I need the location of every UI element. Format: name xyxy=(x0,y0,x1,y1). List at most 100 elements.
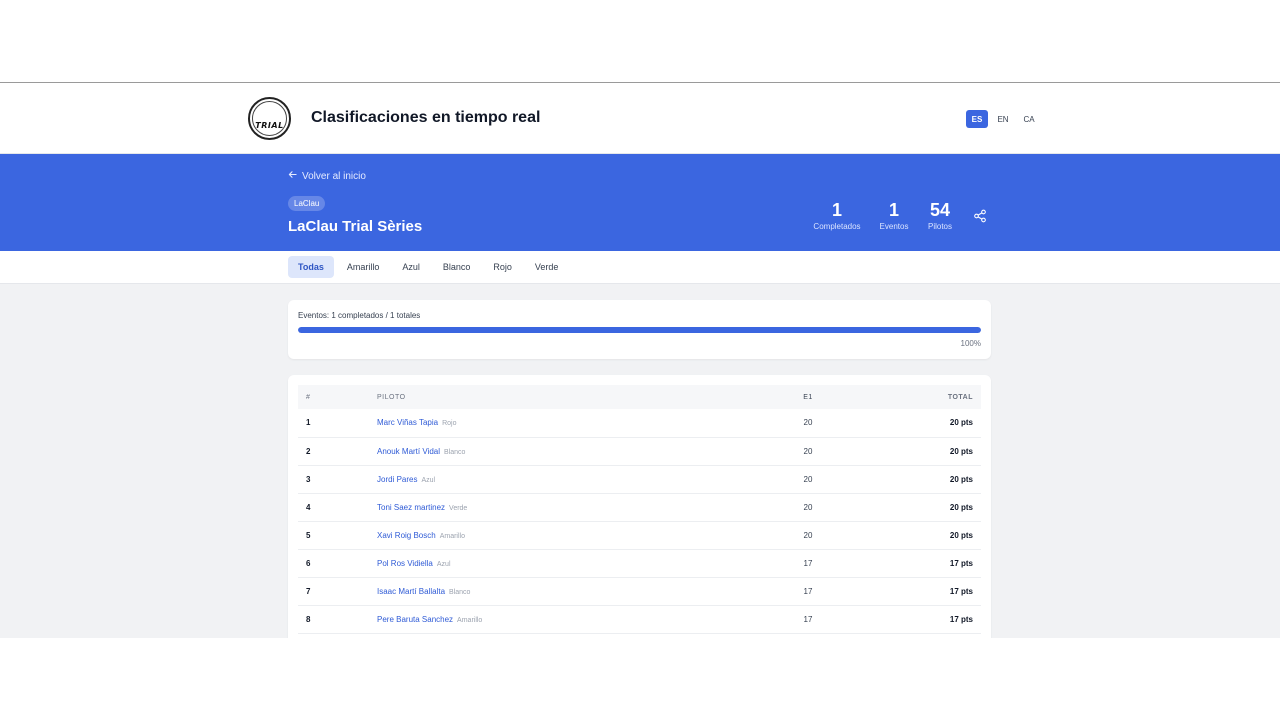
row-e1-score: 17 xyxy=(768,605,848,634)
row-e1-score: 17 xyxy=(768,549,848,578)
row-rank: 4 xyxy=(298,493,368,522)
stat-completed: 1 Completados xyxy=(809,200,865,231)
row-total: 17 pts xyxy=(848,577,981,606)
progress-fill xyxy=(298,327,981,333)
table-header-row: # PILOTO E1 TOTAL xyxy=(298,385,981,409)
pilot-category: Rojo xyxy=(442,420,457,428)
category-tabs-bar: Todas Amarillo Azul Blanco Rojo Verde xyxy=(0,251,1280,284)
pilot-name-link[interactable]: Jordi Pares xyxy=(377,475,417,484)
pilot-name-link[interactable]: Pere Baruta Sanchez xyxy=(377,615,453,624)
row-total: 20 pts xyxy=(848,521,981,550)
back-link[interactable]: Volver al inicio xyxy=(288,170,366,182)
row-pilot: Xavi Roig Bosch Amarillo xyxy=(368,521,768,550)
share-icon[interactable] xyxy=(973,209,987,223)
row-e1-score: 20 xyxy=(768,437,848,466)
pilot-category: Amarillo xyxy=(439,532,465,540)
row-rank: 3 xyxy=(298,465,368,494)
language-switcher: ES EN CA xyxy=(966,110,1040,128)
pilot-category: Azul xyxy=(436,560,451,568)
trial-logo[interactable]: TRIAL xyxy=(248,97,291,140)
table-row: 3 Jordi Pares Azul 20 20 pts xyxy=(298,465,981,494)
stat-pilots-value: 54 xyxy=(929,200,951,220)
stat-completed-label: Completados xyxy=(813,222,861,231)
logo-text: TRIAL xyxy=(255,121,284,130)
pilot-category: Blanco xyxy=(444,448,466,456)
row-total: 17 pts xyxy=(848,549,981,578)
row-rank: 5 xyxy=(298,521,368,550)
top-bar: TRIAL Clasificaciones en tiempo real ES … xyxy=(0,83,1280,154)
row-pilot: Jordi Pares Azul xyxy=(368,465,768,494)
row-pilot: Pol Ros Vidiella Azul xyxy=(368,549,768,578)
pilot-category: Blanco xyxy=(449,588,471,596)
row-e1-score: 20 xyxy=(768,521,848,550)
tab-azul[interactable]: Azul xyxy=(392,256,430,278)
tab-amarillo[interactable]: Amarillo xyxy=(337,256,390,278)
row-pilot: Pere Baruta Sanchez Amarillo xyxy=(368,605,768,634)
table-row: 4 Toni Saez martinez Verde 20 20 pts xyxy=(298,493,981,522)
standings-table: # PILOTO E1 TOTAL 1 Marc Viñas Tapia Rojo 2… xyxy=(298,385,981,634)
tab-todas[interactable]: Todas xyxy=(288,256,334,278)
table-row: 7 Isaac Martí Ballalta Blanco 17 17 pts xyxy=(298,577,981,606)
table-row: 8 Pere Baruta Sanchez Amarillo 17 17 pts xyxy=(298,605,981,634)
back-link-label: Volver al inicio xyxy=(302,170,366,182)
standings-card: # PILOTO E1 TOTAL 1 Marc Viñas Tapia Rojo 2… xyxy=(288,375,991,638)
events-progress-card: Eventos: 1 completados / 1 totales 100% xyxy=(288,300,991,359)
row-total: 20 pts xyxy=(848,437,981,466)
page-frame: TRIAL Clasificaciones en tiempo real ES … xyxy=(0,82,1280,638)
logo-emblem: TRIAL xyxy=(252,101,287,136)
pilot-name-link[interactable]: Marc Viñas Tapia xyxy=(377,418,438,427)
table-row: 5 Xavi Roig Bosch Amarillo 20 20 pts xyxy=(298,521,981,550)
event-hero: Volver al inicio LaClau LaClau Trial Sèr… xyxy=(0,154,1280,251)
stat-events: 1 Eventos xyxy=(876,200,912,231)
event-title: LaClau Trial Sèries xyxy=(288,218,423,235)
row-rank: 6 xyxy=(298,549,368,578)
progress-track xyxy=(298,327,981,333)
row-pilot: Anouk Martí Vidal Blanco xyxy=(368,437,768,466)
row-e1-score: 20 xyxy=(768,465,848,494)
event-stats: 1 Completados 1 Eventos 54 Pilotos xyxy=(800,200,970,240)
pilot-name-link[interactable]: Xavi Roig Bosch xyxy=(377,531,436,540)
stat-events-label: Eventos xyxy=(879,222,909,231)
col-e1-header: E1 xyxy=(803,393,813,401)
tab-rojo[interactable]: Rojo xyxy=(483,256,522,278)
row-rank: 7 xyxy=(298,577,368,606)
tab-verde[interactable]: Verde xyxy=(525,256,569,278)
col-rank-header: # xyxy=(306,393,311,401)
stat-pilots: 54 Pilotos xyxy=(922,200,958,231)
row-e1-score: 20 xyxy=(768,493,848,522)
pilot-category: Verde xyxy=(449,504,468,512)
stat-events-value: 1 xyxy=(888,200,899,220)
table-row: 1 Marc Viñas Tapia Rojo 20 20 pts xyxy=(298,409,981,438)
row-total: 20 pts xyxy=(848,465,981,494)
row-rank: 1 xyxy=(298,409,368,438)
col-total-header: TOTAL xyxy=(947,393,973,401)
row-rank: 2 xyxy=(298,437,368,466)
org-tag: LaClau xyxy=(288,196,326,211)
table-row: 6 Pol Ros Vidiella Azul 17 17 pts xyxy=(298,549,981,578)
pilot-name-link[interactable]: Pol Ros Vidiella xyxy=(377,559,433,568)
pilot-name-link[interactable]: Isaac Martí Ballalta xyxy=(377,587,445,596)
pilot-name-link[interactable]: Toni Saez martinez xyxy=(377,503,445,512)
app-title: Clasificaciones en tiempo real xyxy=(311,109,541,126)
row-pilot: Isaac Martí Ballalta Blanco xyxy=(368,577,768,606)
row-total: 17 pts xyxy=(848,605,981,634)
row-rank: 8 xyxy=(298,605,368,634)
row-pilot: Toni Saez martinez Verde xyxy=(368,493,768,522)
row-pilot: Marc Viñas Tapia Rojo xyxy=(368,409,768,438)
progress-percent: 100% xyxy=(960,339,981,348)
category-tabs: Todas Amarillo Azul Blanco Rojo Verde xyxy=(288,256,571,278)
row-total: 20 pts xyxy=(848,493,981,522)
stat-completed-value: 1 xyxy=(831,200,842,220)
arrow-left-icon xyxy=(288,170,297,182)
pilot-category: Amarillo xyxy=(457,616,483,624)
lang-ca-button[interactable]: CA xyxy=(1018,110,1040,128)
table-row: 2 Anouk Martí Vidal Blanco 20 20 pts xyxy=(298,437,981,466)
row-total: 20 pts xyxy=(848,409,981,438)
lang-en-button[interactable]: EN xyxy=(992,110,1014,128)
pilot-name-link[interactable]: Anouk Martí Vidal xyxy=(377,447,440,456)
col-pilot-header: PILOTO xyxy=(377,393,406,401)
stat-pilots-label: Pilotos xyxy=(927,222,952,231)
tab-blanco[interactable]: Blanco xyxy=(433,256,481,278)
lang-es-button[interactable]: ES xyxy=(966,110,988,128)
pilot-category: Azul xyxy=(421,476,436,484)
